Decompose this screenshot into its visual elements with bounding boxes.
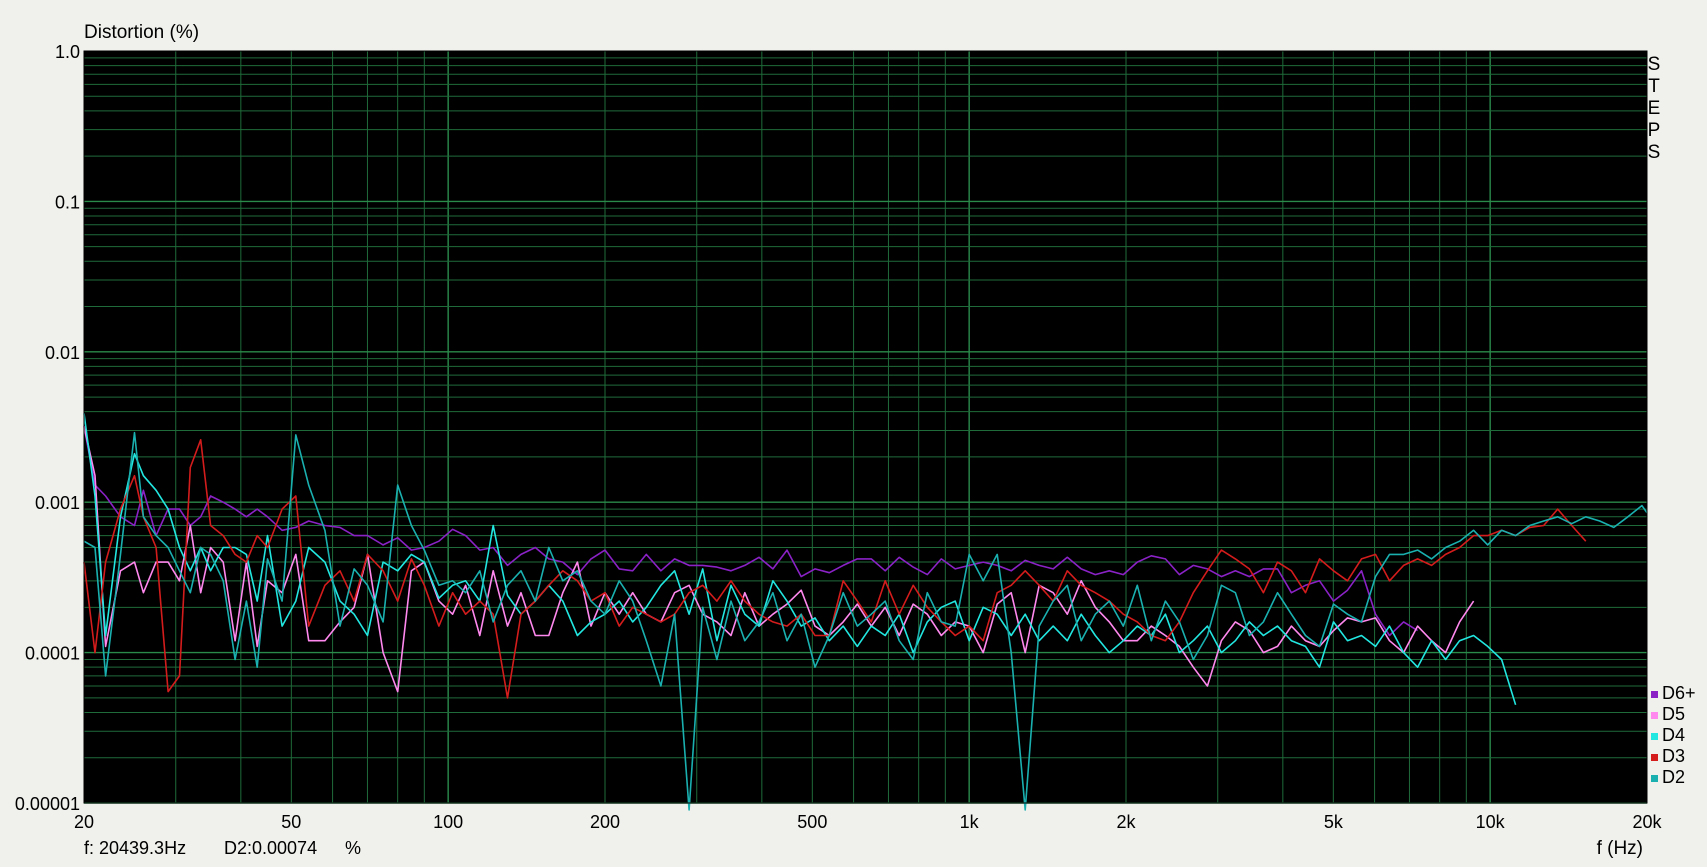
legend-label: D5 bbox=[1662, 704, 1685, 724]
legend-swatch bbox=[1651, 733, 1658, 740]
legend-swatch bbox=[1651, 712, 1658, 719]
x-axis-label: f (Hz) bbox=[1597, 838, 1643, 859]
distortion-chart: 1.0 0.1 0.01 0.001 0.0001 0.00001 20 50 100 200 5… bbox=[0, 0, 1707, 867]
legend-label: D2 bbox=[1662, 767, 1685, 787]
y-tick-label: 1.0 bbox=[55, 42, 80, 62]
x-tick-label: 10k bbox=[1476, 812, 1506, 832]
legend-label: D4 bbox=[1662, 725, 1685, 745]
x-tick-label: 5k bbox=[1324, 812, 1344, 832]
y-axis-label: Distortion (%) bbox=[84, 22, 199, 43]
x-tick-label: 20 bbox=[74, 812, 94, 832]
x-tick-label: 50 bbox=[281, 812, 301, 832]
cursor-frequency-readout: f: 20439.3Hz bbox=[84, 838, 186, 858]
cursor-value-readout: D2:0.00074 bbox=[224, 838, 317, 858]
x-tick-label: 20k bbox=[1632, 812, 1662, 832]
y-tick-label: 0.0001 bbox=[25, 644, 80, 664]
x-tick-label: 2k bbox=[1116, 812, 1136, 832]
y-tick-label: 0.01 bbox=[45, 343, 80, 363]
legend-label: D6+ bbox=[1662, 683, 1696, 703]
x-tick-label: 200 bbox=[590, 812, 620, 832]
cursor-unit-readout: % bbox=[345, 838, 361, 858]
y-tick-label: 0.001 bbox=[35, 493, 80, 513]
legend-swatch bbox=[1651, 754, 1658, 761]
legend-label: D3 bbox=[1662, 746, 1685, 766]
x-tick-label: 1k bbox=[960, 812, 980, 832]
y-tick-label: 0.00001 bbox=[15, 794, 80, 814]
steps-side-label: STEPS bbox=[1648, 54, 1661, 163]
x-tick-label: 500 bbox=[797, 812, 827, 832]
legend-swatch bbox=[1651, 775, 1658, 782]
legend-swatch bbox=[1651, 691, 1658, 698]
y-tick-label: 0.1 bbox=[55, 192, 80, 212]
plot-area bbox=[84, 51, 1647, 803]
x-tick-label: 100 bbox=[433, 812, 463, 832]
